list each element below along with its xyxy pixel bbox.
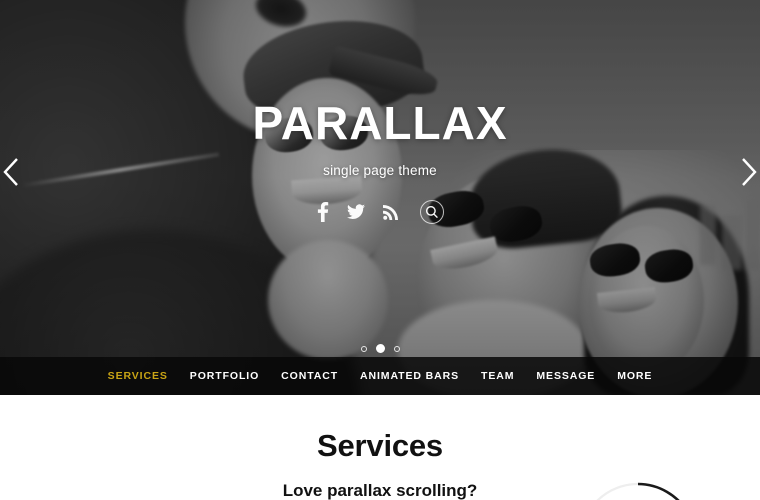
slider-prev-arrow[interactable] [1, 155, 23, 189]
twitter-icon[interactable] [346, 204, 365, 220]
nav-item-services[interactable]: SERVICES [108, 370, 168, 382]
nav-item-message[interactable]: MESSAGE [536, 370, 595, 382]
nav-item-portfolio[interactable]: PORTFOLIO [190, 370, 259, 382]
nav-item-animated-bars[interactable]: ANIMATED BARS [360, 370, 459, 382]
page-root: PARALLAX single page theme SERVICES PORT… [0, 0, 760, 500]
rss-icon[interactable] [382, 204, 398, 220]
social-links [317, 200, 444, 224]
hero-subtitle: single page theme [323, 163, 437, 178]
slider-dot-2[interactable] [375, 344, 385, 353]
slider-next-arrow[interactable] [737, 155, 759, 189]
facebook-icon[interactable] [317, 202, 329, 222]
circular-progress-icon [578, 482, 698, 500]
nav-item-contact[interactable]: CONTACT [281, 370, 338, 382]
hero-title: PARALLAX [252, 97, 508, 149]
slider-dot-1[interactable] [360, 345, 367, 352]
nav-list: SERVICES PORTFOLIO CONTACT ANIMATED BARS… [108, 370, 653, 382]
search-icon[interactable] [419, 200, 444, 224]
section-title: Services [317, 428, 443, 463]
nav-item-more[interactable]: MORE [617, 370, 652, 382]
nav-item-team[interactable]: TEAM [481, 370, 514, 382]
main-navigation: SERVICES PORTFOLIO CONTACT ANIMATED BARS… [0, 357, 760, 395]
slider-pagination [0, 344, 760, 353]
hero-content: PARALLAX single page theme [0, 0, 760, 357]
slider-dot-3[interactable] [393, 345, 400, 352]
